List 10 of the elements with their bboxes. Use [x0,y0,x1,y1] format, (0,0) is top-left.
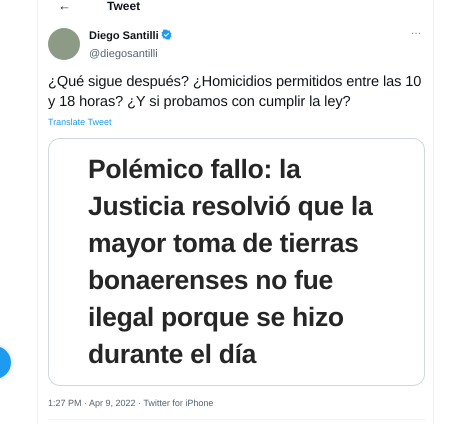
image-headline: Polémico fallo: la Justicia resolvió que la mayor toma de tierras bonaerenses no fue ilegal porque se hizo durante el día [88,153,372,371]
tweet-timestamp: 1:27 PM · Apr 9, 2022 · Twitter for iPhone [48,398,425,420]
more-button[interactable]: ··· [411,29,421,39]
back-button[interactable]: ← [58,0,71,12]
tweet-text: ¿Qué sigue después? ¿Homicidios permitidos entre las 10 y 18 horas? ¿Y si probamos con cumplir la ley? [48,73,422,112]
avatar[interactable] [48,28,80,60]
author-name[interactable]: Diego Santilli [89,30,159,42]
author-handle[interactable]: @diegosantilli [89,48,172,60]
page-title: Tweet [107,0,140,12]
tweet-image[interactable]: Polémico fallo: la Justicia resolvió que la mayor toma de tierras bonaerenses no fue ilegal porque se hizo durante el día [48,138,425,386]
